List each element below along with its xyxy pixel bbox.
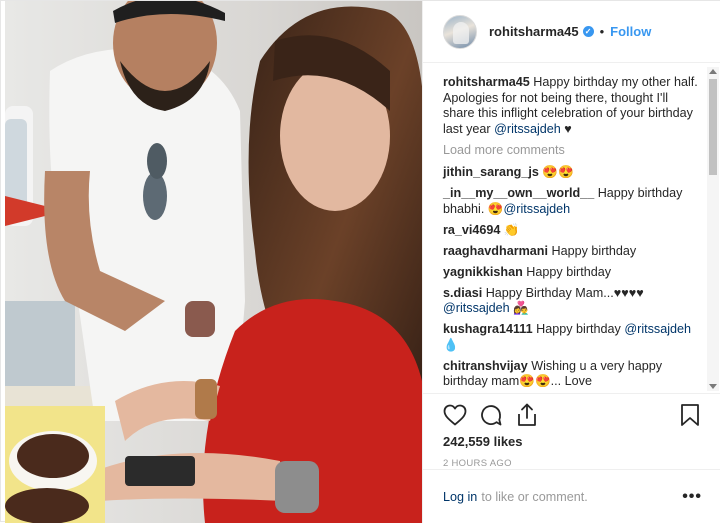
comment-text: Happy Birthday Mam...♥♥♥♥ <box>482 285 644 300</box>
post-photo[interactable] <box>5 1 422 523</box>
follow-button[interactable]: Follow <box>610 24 651 39</box>
post-footer: Log in to like or comment. ••• <box>423 469 720 523</box>
comment-item: kushagra14111 Happy birthday @ritssajdeh… <box>443 322 700 353</box>
comment-username[interactable]: yagnikkishan <box>443 265 523 279</box>
comment-bubble-icon <box>481 405 502 426</box>
like-button[interactable] <box>443 403 467 427</box>
comment-username[interactable]: s.diasi <box>443 286 482 300</box>
caption-username[interactable]: rohitsharma45 <box>443 75 530 89</box>
header-separator: • <box>599 24 605 39</box>
instagram-post: rohitsharma45 ✓ • Follow rohitsharma45 H… <box>0 0 720 523</box>
scroll-up-arrow-icon[interactable] <box>709 69 717 74</box>
comment-text: 😍😍 <box>538 165 574 179</box>
comment-text: Happy birthday <box>548 243 637 258</box>
comment-item: chitranshvijay Wishing u a very happy bi… <box>443 359 700 390</box>
login-prompt-text: to like or comment. <box>481 489 588 504</box>
load-more-comments-button[interactable]: Load more comments <box>443 143 700 157</box>
comment-username[interactable]: ra_vi4694 <box>443 223 500 237</box>
login-link[interactable]: Log in <box>443 490 477 504</box>
comment-text: 👏 <box>500 222 520 237</box>
more-options-icon[interactable]: ••• <box>682 488 702 506</box>
post-header: rohitsharma45 ✓ • Follow <box>423 1 720 63</box>
caption-heart: ♥ <box>560 121 572 136</box>
verified-badge-icon: ✓ <box>582 26 594 37</box>
comment-text: Happy birthday <box>532 322 625 336</box>
comments-list[interactable]: rohitsharma45 Happy birthday my other ha… <box>423 63 720 393</box>
comment-emoji: 👩‍❤️‍👨 <box>509 301 529 315</box>
heart-icon <box>443 404 467 426</box>
comment-text: Happy birthday <box>522 264 612 279</box>
photo-illustration <box>5 1 422 523</box>
comment-button[interactable] <box>479 403 503 427</box>
post-timestamp[interactable]: 2 HOURS AGO <box>443 458 702 469</box>
avatar[interactable] <box>443 14 477 49</box>
comment-username[interactable]: kushagra14111 <box>443 322 533 336</box>
scrollbar-thumb[interactable] <box>709 79 717 175</box>
comment-item: s.diasi Happy Birthday Mam...♥♥♥♥ @ritss… <box>443 286 700 317</box>
share-icon <box>518 403 536 426</box>
share-button[interactable] <box>515 403 539 427</box>
comment-emoji: 💧 <box>443 337 459 352</box>
comments-scrollbar[interactable] <box>707 67 719 391</box>
save-button[interactable] <box>678 403 702 427</box>
comment-username[interactable]: jithin_sarang_js <box>443 165 539 179</box>
comment-username[interactable]: _in__my__own__world__ <box>443 186 594 200</box>
comment-mention[interactable]: @ritssajdeh <box>504 202 571 216</box>
comment-username[interactable]: chitranshvijay <box>443 359 528 373</box>
scroll-down-arrow-icon[interactable] <box>709 384 717 389</box>
comment-mention[interactable]: @ritssajdeh <box>443 301 510 315</box>
comment-item: yagnikkishan Happy birthday <box>443 265 700 281</box>
comment-mention[interactable]: @ritssajdeh <box>624 322 691 336</box>
bookmark-icon <box>681 404 699 426</box>
action-icons-row <box>443 394 702 436</box>
post-details-panel: rohitsharma45 ✓ • Follow rohitsharma45 H… <box>422 1 720 523</box>
comment-item: raaghavdharmani Happy birthday <box>443 244 700 260</box>
likes-count[interactable]: 242,559 likes <box>443 434 702 449</box>
post-caption: rohitsharma45 Happy birthday my other ha… <box>443 75 700 137</box>
caption-mention[interactable]: @ritssajdeh <box>494 122 561 136</box>
comment-username[interactable]: raaghavdharmani <box>443 244 548 258</box>
comment-item: _in__my__own__world__ Happy birthday bha… <box>443 186 700 217</box>
comment-item: ra_vi4694 👏 <box>443 223 700 239</box>
comment-item: jithin_sarang_js 😍😍 <box>443 165 700 181</box>
header-username[interactable]: rohitsharma45 <box>489 24 579 39</box>
